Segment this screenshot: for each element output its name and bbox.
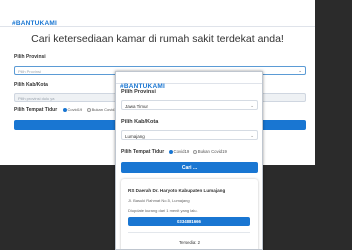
chevron-down-icon: ⌄ [250, 103, 254, 108]
desktop-province-label: Pilih Provinsi [14, 54, 46, 60]
desktop-province-placeholder: Pilih Provinsi [18, 69, 41, 74]
mobile-preview: #BANTUKAMI Pilih Provinsi Jawa Timur ⌄ P… [115, 71, 263, 250]
chevron-down-icon: ⌄ [298, 68, 302, 73]
mobile-province-label: Pilih Provinsi [121, 89, 156, 95]
chevron-down-icon: ⌄ [250, 133, 254, 138]
hospital-phone-button[interactable]: 0334881666 [128, 217, 250, 226]
bed-availability: Tersedia: 2 [178, 240, 201, 245]
desktop-radio-covid[interactable] [62, 107, 67, 112]
hospital-address: Jl. Basuki Rahmat No.5, Lumajang [128, 198, 190, 203]
mobile-radio-noncovid[interactable] [192, 149, 197, 154]
mobile-navbar: #BANTUKAMI [116, 72, 262, 90]
hospital-name: RS Daerah Dr. Haryoto Kabupaten Lumajang [128, 188, 226, 193]
mobile-bed-type-group: Pilih Tempat Tidur Covid19 Bukan Covid19 [121, 149, 229, 155]
desktop-option-covid-label: Covid19 [67, 107, 83, 112]
mobile-province-value: Jawa Timur [125, 103, 149, 109]
mobile-bed-label: Pilih Tempat Tidur [121, 149, 165, 155]
desktop-city-label: Pilih Kab/Kota [14, 82, 48, 88]
desktop-city-placeholder: Pilih provinsi dulu ya [18, 96, 55, 101]
desktop-bed-type-group: Pilih Tempat Tidur Covid19 Bukan Covid19 [14, 107, 122, 113]
mobile-city-select[interactable]: Lumajang ⌄ [121, 130, 258, 140]
desktop-radio-noncovid[interactable] [86, 107, 91, 112]
mobile-option-noncovid-label: Bukan Covid19 [197, 149, 227, 154]
desktop-navbar: #BANTUKAMI [0, 0, 315, 27]
card-divider [128, 232, 250, 233]
mobile-radio-covid[interactable] [168, 149, 173, 154]
desktop-brand-logo[interactable]: #BANTUKAMI [12, 20, 57, 27]
mobile-search-button[interactable]: Cari ... [121, 162, 258, 173]
desktop-bed-label: Pilih Tempat Tidur [14, 107, 58, 113]
hospital-update-status: Diupdate kurang dari 1 menit yang lalu. [128, 208, 198, 213]
desktop-headline: Cari ketersediaan kamar di rumah sakit t… [31, 33, 284, 45]
mobile-city-value: Lumajang [125, 133, 145, 139]
hospital-result-card: RS Daerah Dr. Haryoto Kabupaten Lumajang… [121, 179, 258, 249]
mobile-city-label: Pilih Kab/Kota [121, 119, 159, 125]
mobile-option-covid-label: Covid19 [173, 149, 190, 154]
mobile-province-select[interactable]: Jawa Timur ⌄ [121, 100, 258, 110]
